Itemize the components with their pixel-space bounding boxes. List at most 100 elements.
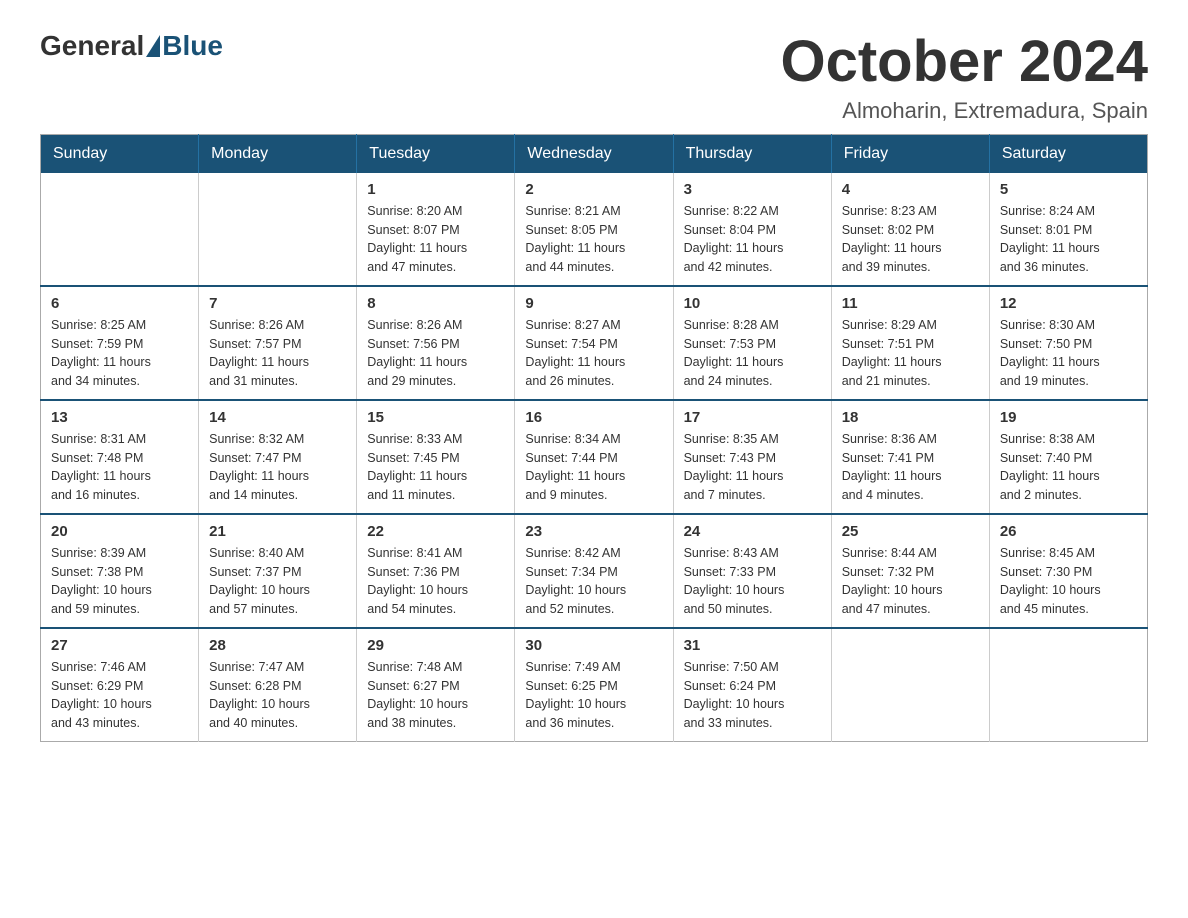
calendar-cell: 24 Sunrise: 8:43 AMSunset: 7:33 PMDayligh… [673, 514, 831, 628]
day-number: 26 [1000, 523, 1137, 540]
calendar-cell: 12 Sunrise: 8:30 AMSunset: 7:50 PMDayligh… [989, 286, 1147, 400]
day-number: 9 [525, 295, 662, 312]
day-number: 17 [684, 409, 821, 426]
day-info: Sunrise: 8:42 AMSunset: 7:34 PMDaylight:… [525, 544, 662, 619]
calendar-cell: 19Sunrise: 8:38 AMSunset: 7:40 PMDayligh… [989, 400, 1147, 514]
calendar-cell: 18Sunrise: 8:36 AMSunset: 7:41 PMDayligh… [831, 400, 989, 514]
calendar-week-row: 1 Sunrise: 8:20 AMSunset: 8:07 PMDaylight… [41, 173, 1148, 286]
calendar-cell: 17 Sunrise: 8:35 AMSunset: 7:43 PMDayligh… [673, 400, 831, 514]
calendar-cell: 10Sunrise: 8:28 AMSunset: 7:53 PMDayligh… [673, 286, 831, 400]
day-number: 4 [842, 181, 979, 198]
calendar-cell: 28 Sunrise: 7:47 AMSunset: 6:28 PMDayligh… [199, 628, 357, 742]
day-number: 1 [367, 181, 504, 198]
day-info: Sunrise: 8:28 AMSunset: 7:53 PMDaylight:… [684, 316, 821, 391]
calendar-cell: 23 Sunrise: 8:42 AMSunset: 7:34 PMDayligh… [515, 514, 673, 628]
calendar-cell: 6 Sunrise: 8:25 AMSunset: 7:59 PMDaylight… [41, 286, 199, 400]
day-info: Sunrise: 8:39 AMSunset: 7:38 PMDaylight:… [51, 544, 188, 619]
day-number: 29 [367, 637, 504, 654]
calendar-cell: 9 Sunrise: 8:27 AMSunset: 7:54 PMDaylight… [515, 286, 673, 400]
calendar-cell: 3 Sunrise: 8:22 AMSunset: 8:04 PMDaylight… [673, 173, 831, 286]
calendar-cell: 21 Sunrise: 8:40 AMSunset: 7:37 PMDayligh… [199, 514, 357, 628]
day-info: Sunrise: 8:31 AMSunset: 7:48 PMDaylight:… [51, 430, 188, 505]
weekday-header-wednesday: Wednesday [515, 134, 673, 173]
calendar-cell [989, 628, 1147, 742]
day-number: 23 [525, 523, 662, 540]
day-number: 16 [525, 409, 662, 426]
day-info: Sunrise: 8:27 AMSunset: 7:54 PMDaylight:… [525, 316, 662, 391]
day-number: 31 [684, 637, 821, 654]
day-number: 14 [209, 409, 346, 426]
day-number: 20 [51, 523, 188, 540]
day-number: 30 [525, 637, 662, 654]
calendar-week-row: 6 Sunrise: 8:25 AMSunset: 7:59 PMDaylight… [41, 286, 1148, 400]
day-info: Sunrise: 8:26 AMSunset: 7:57 PMDaylight:… [209, 316, 346, 391]
day-info: Sunrise: 8:23 AMSunset: 8:02 PMDaylight:… [842, 202, 979, 277]
logo-triangle-icon [146, 35, 160, 57]
day-number: 25 [842, 523, 979, 540]
logo-blue-text: Blue [162, 30, 223, 62]
calendar-cell: 8Sunrise: 8:26 AMSunset: 7:56 PMDaylight… [357, 286, 515, 400]
calendar-cell [199, 173, 357, 286]
month-title: October 2024 [780, 30, 1148, 94]
day-info: Sunrise: 7:49 AMSunset: 6:25 PMDaylight:… [525, 658, 662, 733]
day-info: Sunrise: 8:22 AMSunset: 8:04 PMDaylight:… [684, 202, 821, 277]
day-number: 28 [209, 637, 346, 654]
day-number: 12 [1000, 295, 1137, 312]
calendar-cell: 22 Sunrise: 8:41 AMSunset: 7:36 PMDayligh… [357, 514, 515, 628]
day-info: Sunrise: 8:29 AMSunset: 7:51 PMDaylight:… [842, 316, 979, 391]
calendar-cell: 14Sunrise: 8:32 AMSunset: 7:47 PMDayligh… [199, 400, 357, 514]
day-info: Sunrise: 8:40 AMSunset: 7:37 PMDaylight:… [209, 544, 346, 619]
page-header: General Blue October 2024 Almoharin, Ext… [40, 30, 1148, 124]
day-number: 3 [684, 181, 821, 198]
calendar-cell: 5 Sunrise: 8:24 AMSunset: 8:01 PMDaylight… [989, 173, 1147, 286]
day-info: Sunrise: 8:45 AMSunset: 7:30 PMDaylight:… [1000, 544, 1137, 619]
title-block: October 2024 Almoharin, Extremadura, Spa… [780, 30, 1148, 124]
day-number: 22 [367, 523, 504, 540]
calendar-cell: 31 Sunrise: 7:50 AMSunset: 6:24 PMDayligh… [673, 628, 831, 742]
weekday-header-row: SundayMondayTuesdayWednesdayThursdayFrid… [41, 134, 1148, 173]
calendar-cell: 30 Sunrise: 7:49 AMSunset: 6:25 PMDayligh… [515, 628, 673, 742]
day-info: Sunrise: 7:50 AMSunset: 6:24 PMDaylight:… [684, 658, 821, 733]
calendar-cell: 13 Sunrise: 8:31 AMSunset: 7:48 PMDayligh… [41, 400, 199, 514]
day-info: Sunrise: 8:41 AMSunset: 7:36 PMDaylight:… [367, 544, 504, 619]
day-number: 27 [51, 637, 188, 654]
calendar-cell: 29Sunrise: 7:48 AMSunset: 6:27 PMDayligh… [357, 628, 515, 742]
calendar-cell: 2Sunrise: 8:21 AMSunset: 8:05 PMDaylight… [515, 173, 673, 286]
day-info: Sunrise: 8:21 AMSunset: 8:05 PMDaylight:… [525, 202, 662, 277]
calendar-week-row: 20 Sunrise: 8:39 AMSunset: 7:38 PMDayligh… [41, 514, 1148, 628]
calendar-cell: 27 Sunrise: 7:46 AMSunset: 6:29 PMDayligh… [41, 628, 199, 742]
weekday-header-saturday: Saturday [989, 134, 1147, 173]
calendar-cell: 16 Sunrise: 8:34 AMSunset: 7:44 PMDayligh… [515, 400, 673, 514]
day-info: Sunrise: 8:30 AMSunset: 7:50 PMDaylight:… [1000, 316, 1137, 391]
weekday-header-sunday: Sunday [41, 134, 199, 173]
calendar-cell [831, 628, 989, 742]
day-number: 19 [1000, 409, 1137, 426]
day-number: 8 [367, 295, 504, 312]
calendar-cell: 15Sunrise: 8:33 AMSunset: 7:45 PMDayligh… [357, 400, 515, 514]
logo: General Blue [40, 30, 223, 62]
day-info: Sunrise: 8:20 AMSunset: 8:07 PMDaylight:… [367, 202, 504, 277]
day-number: 11 [842, 295, 979, 312]
day-info: Sunrise: 8:35 AMSunset: 7:43 PMDaylight:… [684, 430, 821, 505]
logo-general-text: General [40, 30, 144, 62]
day-info: Sunrise: 8:43 AMSunset: 7:33 PMDaylight:… [684, 544, 821, 619]
day-info: Sunrise: 8:24 AMSunset: 8:01 PMDaylight:… [1000, 202, 1137, 277]
weekday-header-monday: Monday [199, 134, 357, 173]
calendar-cell: 26 Sunrise: 8:45 AMSunset: 7:30 PMDayligh… [989, 514, 1147, 628]
day-number: 13 [51, 409, 188, 426]
day-info: Sunrise: 8:25 AMSunset: 7:59 PMDaylight:… [51, 316, 188, 391]
day-info: Sunrise: 7:47 AMSunset: 6:28 PMDaylight:… [209, 658, 346, 733]
calendar-cell: 25Sunrise: 8:44 AMSunset: 7:32 PMDayligh… [831, 514, 989, 628]
day-number: 6 [51, 295, 188, 312]
day-number: 24 [684, 523, 821, 540]
weekday-header-tuesday: Tuesday [357, 134, 515, 173]
day-number: 5 [1000, 181, 1137, 198]
day-number: 7 [209, 295, 346, 312]
location-title: Almoharin, Extremadura, Spain [780, 98, 1148, 124]
calendar-cell: 20 Sunrise: 8:39 AMSunset: 7:38 PMDayligh… [41, 514, 199, 628]
day-number: 21 [209, 523, 346, 540]
day-info: Sunrise: 8:34 AMSunset: 7:44 PMDaylight:… [525, 430, 662, 505]
day-number: 18 [842, 409, 979, 426]
day-info: Sunrise: 7:46 AMSunset: 6:29 PMDaylight:… [51, 658, 188, 733]
calendar-cell: 7 Sunrise: 8:26 AMSunset: 7:57 PMDaylight… [199, 286, 357, 400]
